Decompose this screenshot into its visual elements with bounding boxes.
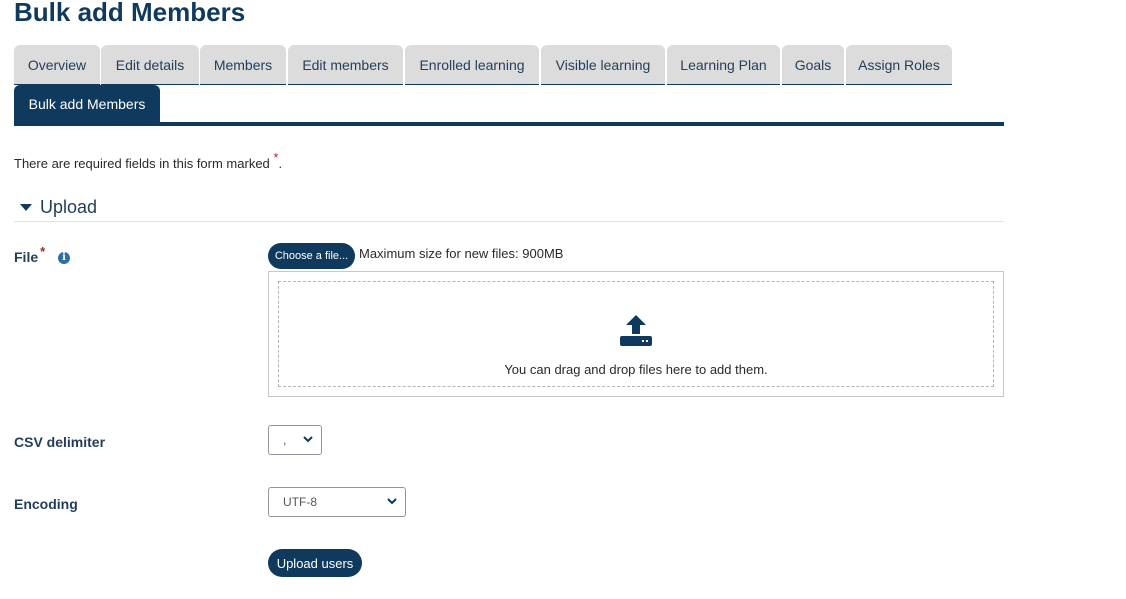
tab-goals[interactable]: Goals (782, 45, 844, 85)
page-title: Bulk add Members (14, 0, 246, 27)
section-upload-toggle[interactable]: Upload (20, 197, 97, 218)
required-fields-note: There are required fields in this form m… (14, 150, 283, 171)
dropzone-instructions: You can drag and drop files here to add … (504, 362, 768, 377)
tab-overview[interactable]: Overview (14, 45, 100, 85)
required-star-icon: * (273, 150, 279, 165)
encoding-value: UTF-8 (283, 495, 317, 509)
csv-delimiter-label: CSV delimiter (14, 434, 106, 450)
file-required-star-icon: * (40, 244, 46, 259)
section-upload-title: Upload (40, 197, 98, 217)
file-label-text: File (14, 249, 39, 265)
upload-users-button[interactable]: Upload users (268, 549, 362, 577)
tab-edit-details[interactable]: Edit details (101, 45, 199, 85)
info-circle-icon[interactable]: i (58, 252, 70, 264)
choose-file-button[interactable]: Choose a file... (268, 243, 355, 269)
encoding-label: Encoding (14, 496, 78, 512)
caret-down-icon (20, 204, 32, 211)
file-label: File * (14, 244, 45, 265)
upload-icon (619, 315, 653, 352)
tab-bar-underline (14, 122, 1004, 126)
chevron-down-icon (303, 436, 313, 443)
tab-enrolled-learning[interactable]: Enrolled learning (405, 45, 539, 85)
tab-bulk-add-members[interactable]: Bulk add Members (14, 85, 160, 123)
tab-members[interactable]: Members (200, 45, 286, 85)
tab-edit-members[interactable]: Edit members (288, 45, 403, 85)
tab-assign-roles[interactable]: Assign Roles (846, 45, 952, 85)
chevron-down-icon (387, 498, 397, 505)
encoding-select[interactable]: UTF-8 (268, 487, 406, 517)
section-divider (14, 221, 1004, 222)
max-file-size-text: Maximum size for new files: 900MB (359, 246, 564, 261)
csv-delimiter-value: , (283, 433, 287, 447)
csv-delimiter-select[interactable]: , (268, 425, 322, 455)
tab-learning-plan[interactable]: Learning Plan (667, 45, 780, 85)
required-note-text: There are required fields in this form m… (14, 156, 270, 171)
tab-visible-learning[interactable]: Visible learning (541, 45, 665, 85)
required-note-period: . (278, 156, 283, 171)
